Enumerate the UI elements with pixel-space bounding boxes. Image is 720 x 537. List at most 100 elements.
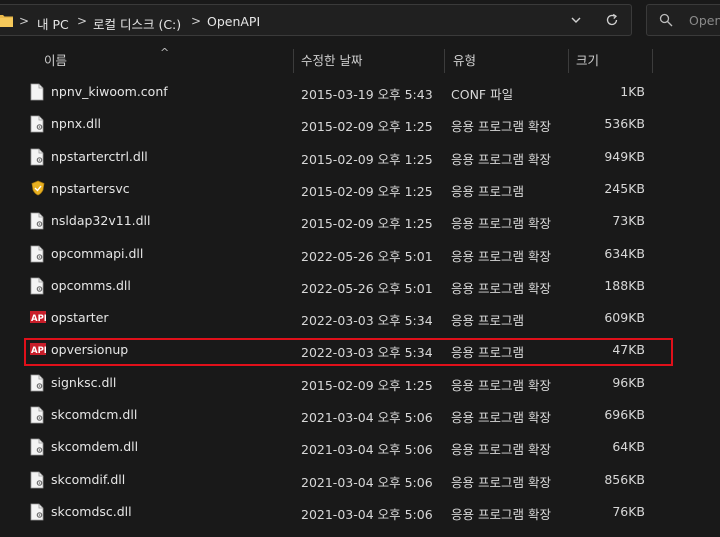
dll-icon bbox=[30, 212, 46, 230]
file-row[interactable]: npnx.dll 2015-02-09 오후 1:25 응용 프로그램 확장 536K… bbox=[0, 108, 720, 140]
file-size: 76KB bbox=[612, 503, 645, 519]
breadcrumb-separator: > bbox=[191, 14, 202, 28]
breadcrumb-my-pc[interactable]: 내 PC bbox=[37, 14, 69, 33]
address-bar[interactable]: > 내 PC > 로컬 디스크 (C:) > OpenAPI bbox=[0, 4, 632, 36]
file-type: 응용 프로그램 확장 bbox=[451, 151, 551, 167]
file-size: 64KB bbox=[612, 439, 645, 455]
file-date: 2022-03-03 오후 5:34 bbox=[301, 313, 433, 329]
file-date: 2022-05-26 오후 5:01 bbox=[301, 248, 433, 264]
breadcrumb-local-disk[interactable]: 로컬 디스크 (C:) bbox=[93, 14, 181, 33]
file-type: 응용 프로그램 확장 bbox=[451, 119, 551, 135]
file-date: 2022-05-26 오후 5:01 bbox=[301, 280, 433, 296]
file-row[interactable]: nsldap32v11.dll 2015-02-09 오후 1:25 응용 프로그램… bbox=[0, 205, 720, 237]
refresh-icon[interactable] bbox=[604, 12, 620, 28]
file-row[interactable]: skcomdcm.dll 2021-03-04 오후 5:06 응용 프로그램 확장… bbox=[0, 399, 720, 431]
breadcrumb-openapi[interactable]: OpenAPI bbox=[207, 14, 260, 29]
file-name: npstarterctrl.dll bbox=[51, 148, 148, 164]
file-name: npstartersvc bbox=[51, 180, 130, 196]
search-placeholder: OpenAPI bbox=[689, 13, 720, 28]
file-date: 2015-02-09 오후 1:25 bbox=[301, 377, 433, 393]
file-size: 609KB bbox=[604, 310, 645, 326]
column-divider[interactable] bbox=[293, 49, 294, 73]
file-row[interactable]: signksc.dll 2015-02-09 오후 1:25 응용 프로그램 확장 9… bbox=[0, 367, 720, 399]
file-name: skcomdsc.dll bbox=[51, 503, 132, 519]
file-row[interactable]: npnv_kiwoom.conf 2015-03-19 오후 5:43 CONF 파… bbox=[0, 76, 720, 108]
file-date: 2021-03-04 오후 5:06 bbox=[301, 410, 433, 425]
file-row[interactable]: skcomdif.dll 2021-03-04 오후 5:06 응용 프로그램 확장… bbox=[0, 464, 720, 496]
dll-icon bbox=[30, 115, 46, 133]
file-row[interactable]: API opversionup 2022-03-03 오후 5:34 응용 프로그램 4… bbox=[0, 334, 720, 366]
file-name: opcommapi.dll bbox=[51, 245, 144, 261]
file-row[interactable]: API opstarter 2022-03-03 오후 5:34 응용 프로그램 609… bbox=[0, 302, 720, 334]
file-type: 응용 프로그램 bbox=[451, 313, 524, 329]
file-type: 응용 프로그램 확장 bbox=[451, 474, 551, 490]
file-size: 188KB bbox=[604, 277, 645, 293]
address-bar-area: > 내 PC > 로컬 디스크 (C:) > OpenAPI OpenAPI bbox=[0, 0, 720, 40]
file-date: 2022-03-03 오후 5:34 bbox=[301, 345, 433, 361]
dll-icon bbox=[30, 471, 46, 489]
file-type: 응용 프로그램 bbox=[451, 183, 524, 199]
file-date: 2015-03-19 오후 5:43 bbox=[301, 87, 433, 102]
kiwoom-app-icon: API bbox=[30, 309, 47, 327]
file-size: 73KB bbox=[612, 213, 645, 229]
file-name: opstarter bbox=[51, 310, 109, 326]
svg-text:API: API bbox=[31, 314, 46, 324]
file-date: 2015-02-09 오후 1:25 bbox=[301, 151, 433, 167]
column-divider[interactable] bbox=[568, 49, 569, 73]
file-name: signksc.dll bbox=[51, 374, 117, 390]
file-row[interactable]: opcommapi.dll 2022-05-26 오후 5:01 응용 프로그램 확… bbox=[0, 238, 720, 270]
dll-icon bbox=[30, 406, 46, 424]
dll-icon bbox=[30, 277, 46, 295]
search-box[interactable]: OpenAPI bbox=[646, 4, 720, 36]
file-row[interactable]: npstarterctrl.dll 2015-02-09 오후 1:25 응용 프로… bbox=[0, 141, 720, 173]
dll-icon bbox=[30, 503, 46, 521]
file-type: 응용 프로그램 확장 bbox=[451, 280, 551, 296]
file-type: 응용 프로그램 확장 bbox=[451, 248, 551, 264]
dll-icon bbox=[30, 148, 46, 166]
file-size: 696KB bbox=[604, 407, 645, 422]
file-type: 응용 프로그램 확장 bbox=[451, 377, 551, 393]
file-name: npnv_kiwoom.conf bbox=[51, 84, 168, 99]
file-size: 1KB bbox=[620, 84, 645, 99]
file-size: 245KB bbox=[604, 180, 645, 196]
search-icon bbox=[659, 13, 673, 27]
column-header-date[interactable]: 수정한 날짜 bbox=[301, 46, 362, 76]
file-row[interactable]: opcomms.dll 2022-05-26 오후 5:01 응용 프로그램 확장 1… bbox=[0, 270, 720, 302]
file-name: opversionup bbox=[51, 342, 129, 358]
file-size: 96KB bbox=[612, 374, 645, 390]
file-name: skcomdif.dll bbox=[51, 471, 126, 487]
column-header-size[interactable]: 크기 bbox=[576, 46, 599, 76]
shield-app-icon bbox=[30, 180, 46, 198]
folder-icon bbox=[0, 15, 13, 27]
dll-icon bbox=[30, 438, 46, 456]
file-type: 응용 프로그램 확장 bbox=[451, 506, 551, 522]
file-date: 2021-03-04 오후 5:06 bbox=[301, 506, 433, 522]
file-date: 2015-02-09 오후 1:25 bbox=[301, 119, 433, 135]
sort-caret-icon: ^ bbox=[160, 46, 170, 59]
file-size: 856KB bbox=[604, 471, 645, 487]
file-name: nsldap32v11.dll bbox=[51, 213, 151, 229]
file-date: 2021-03-04 오후 5:06 bbox=[301, 474, 433, 490]
column-header-type[interactable]: 유형 bbox=[453, 46, 476, 76]
file-row[interactable]: skcomdem.dll 2021-03-04 오후 5:06 응용 프로그램 확장… bbox=[0, 431, 720, 463]
file-icon bbox=[30, 83, 46, 101]
file-size: 536KB bbox=[604, 116, 645, 132]
file-row[interactable]: skcomdsc.dll 2021-03-04 오후 5:06 응용 프로그램 확장… bbox=[0, 496, 720, 528]
column-divider[interactable] bbox=[444, 49, 445, 73]
file-type: CONF 파일 bbox=[451, 87, 514, 102]
file-size: 949KB bbox=[604, 148, 645, 164]
file-date: 2021-03-04 오후 5:06 bbox=[301, 442, 433, 458]
column-divider[interactable] bbox=[652, 49, 653, 73]
column-header-name[interactable]: 이름 bbox=[44, 46, 67, 76]
chevron-down-icon[interactable] bbox=[569, 13, 583, 27]
breadcrumb-separator: > bbox=[77, 14, 88, 28]
file-type: 응용 프로그램 확장 bbox=[451, 442, 551, 458]
svg-text:API: API bbox=[31, 346, 46, 356]
column-header: ^ 이름 수정한 날짜 유형 크기 bbox=[0, 46, 720, 76]
file-row[interactable]: npstartersvc 2015-02-09 오후 1:25 응용 프로그램 245… bbox=[0, 173, 720, 205]
dll-icon bbox=[30, 374, 46, 392]
file-type: 응용 프로그램 확장 bbox=[451, 410, 551, 425]
file-date: 2015-02-09 오후 1:25 bbox=[301, 183, 433, 199]
file-type: 응용 프로그램 확장 bbox=[451, 216, 551, 232]
kiwoom-app-icon: API bbox=[30, 341, 47, 359]
